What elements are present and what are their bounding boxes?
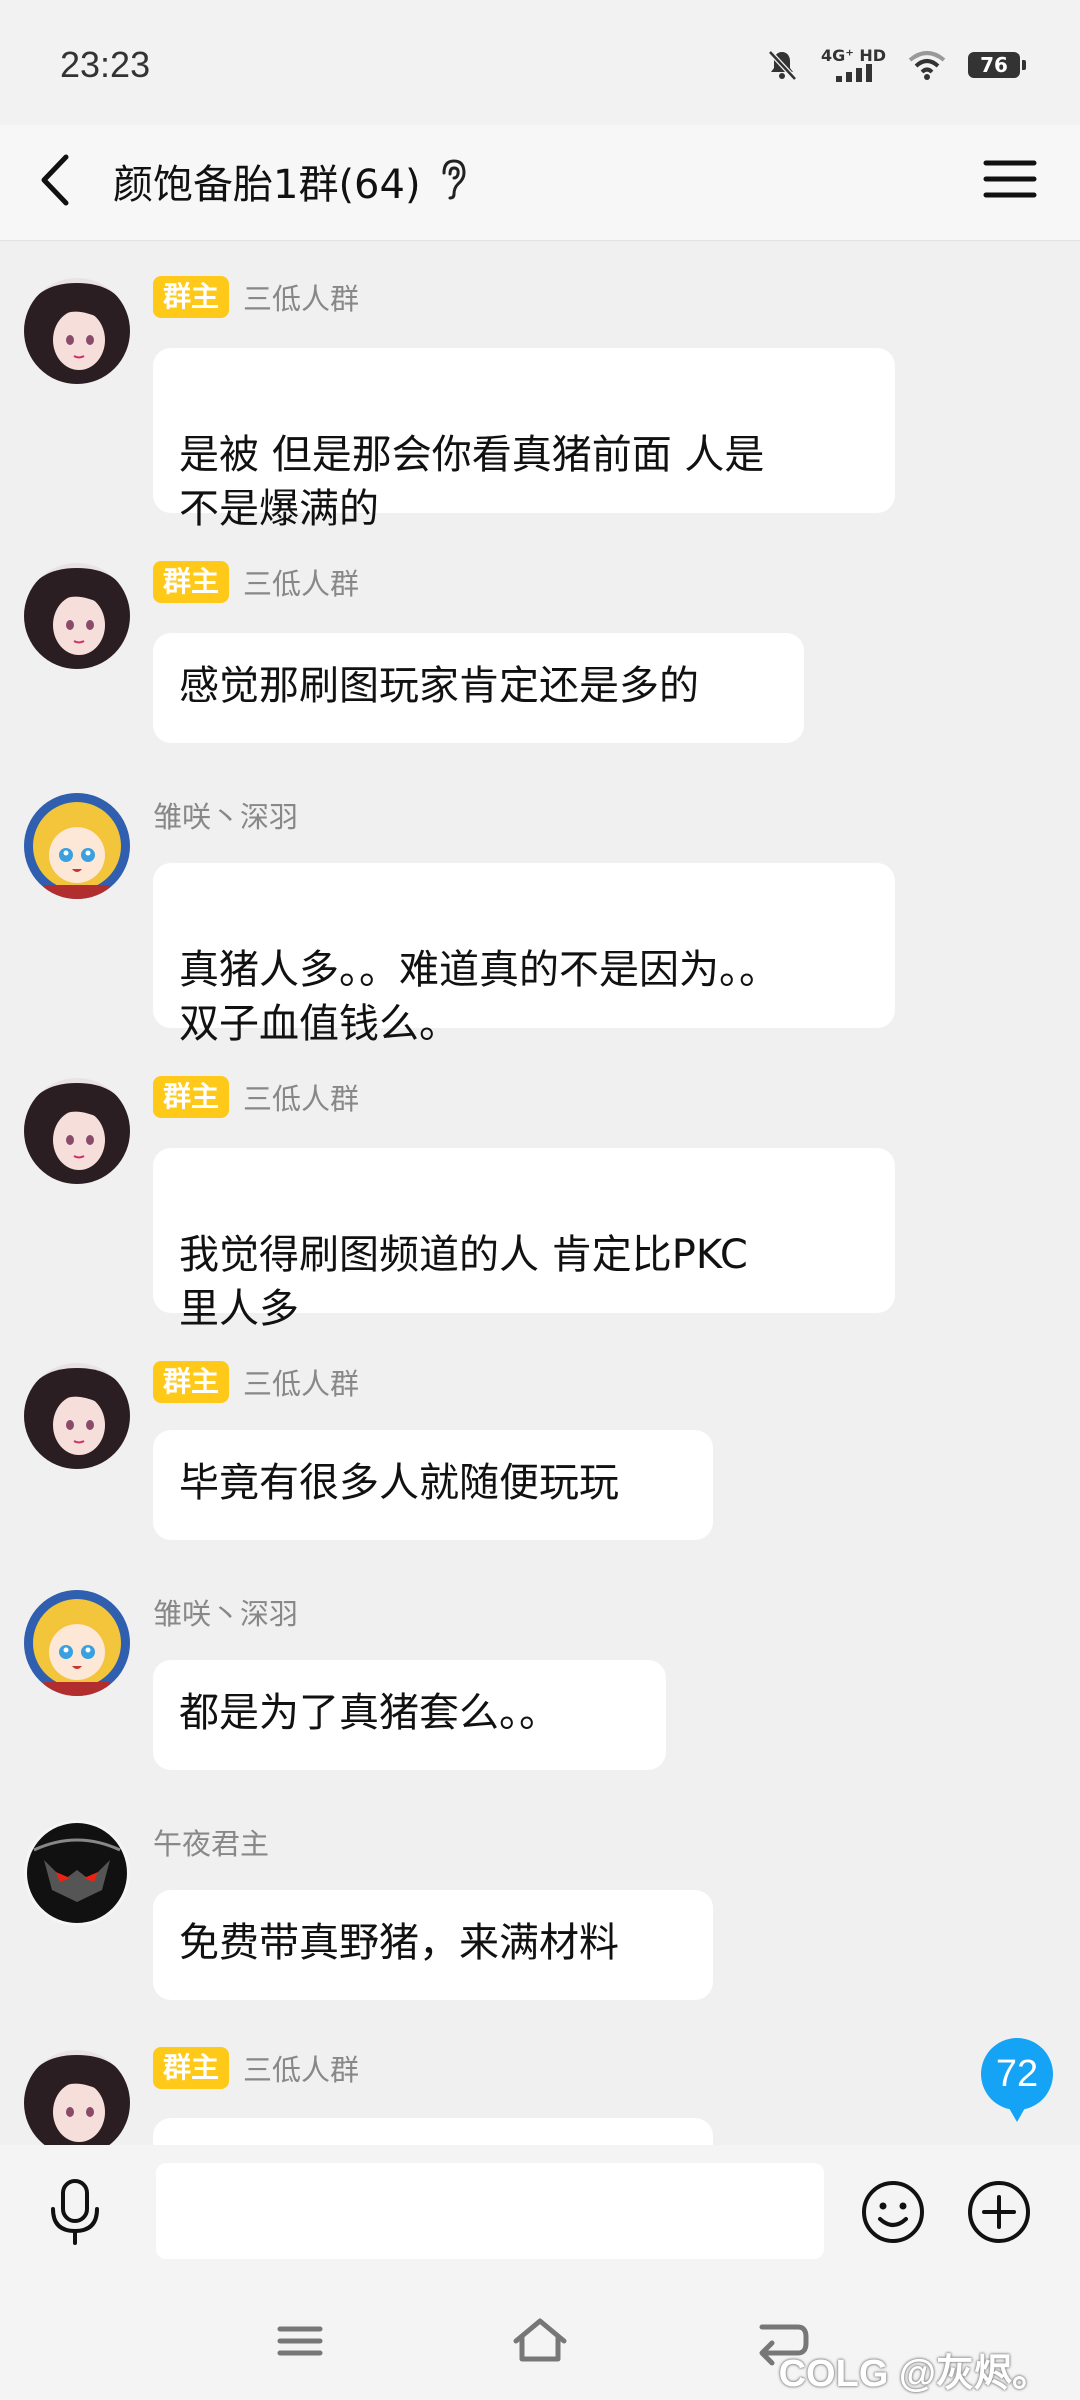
recent-apps-icon[interactable]	[270, 2313, 330, 2369]
message-meta: 午夜君主	[153, 1821, 269, 1863]
message-bubble[interactable]: 免费带真野猪，来满材料	[153, 1890, 713, 2000]
owner-badge: 群主	[153, 1076, 230, 1118]
owner-badge: 群主	[153, 561, 230, 603]
group-title[interactable]: 颜饱备胎1群(64)	[113, 152, 421, 210]
watermark: COLG @灰烬。	[778, 2353, 1050, 2395]
message-bubble[interactable]: 感觉那刷图玩家肯定还是多的	[153, 633, 804, 743]
message-meta: 雏咲丶深羽	[153, 1591, 298, 1633]
message-text: 毕竟有很多人就随便玩玩	[179, 1460, 619, 1506]
message-meta: 群主 三低人群	[153, 1076, 359, 1118]
anime-girl-avatar-icon	[24, 2050, 130, 2145]
chat-header: 颜饱备胎1群(64)	[0, 125, 1080, 241]
blonde-chibi-avatar-icon	[24, 1590, 130, 1696]
owner-badge: 群主	[153, 1361, 230, 1403]
chat-messages[interactable]: 群主 三低人群 是被 但是那会你看真猪前面 人是 不是爆满的 群主 三低人群 感…	[0, 240, 1080, 2145]
sender-name[interactable]: 三低人群	[243, 2047, 359, 2089]
avatar[interactable]	[24, 2050, 130, 2145]
avatar[interactable]	[24, 1078, 130, 1184]
wifi-icon	[908, 51, 946, 80]
message-text: 我觉得刷图频道的人 肯定比PKC 里人多	[179, 1232, 748, 1332]
message-bubble[interactable]: 是被 但是那会你看真猪前面 人是 不是爆满的	[153, 348, 895, 532]
status-bar: 23:23 4G⁺ HD 76	[0, 0, 1080, 125]
message-bubble[interactable]: 都是为了真猪套么。。	[153, 1660, 666, 1770]
back-arrow-icon[interactable]	[28, 145, 88, 215]
menu-icon[interactable]	[980, 149, 1040, 209]
message-meta: 群主 三低人群	[153, 1361, 359, 1403]
plus-icon[interactable]	[966, 2179, 1032, 2245]
message-text: 真猪人多。。难道真的不是因为。。 双子血值钱么。	[179, 947, 779, 1047]
sender-name[interactable]: 雏咲丶深羽	[153, 794, 298, 836]
battery-indicator: 76	[968, 52, 1026, 78]
anime-girl-avatar-icon	[24, 563, 130, 669]
dark-mask-avatar-icon	[24, 1820, 130, 1926]
input-bar	[0, 2145, 1080, 2275]
message-text: 感觉那刷图玩家肯定还是多的	[179, 663, 699, 709]
message-text: 是被 但是那会你看真猪前面 人是 不是爆满的	[179, 432, 765, 532]
message-bubble[interactable]: 毕竟有很多人就随便玩玩	[153, 1430, 713, 1540]
microphone-icon[interactable]	[44, 2177, 106, 2247]
message-bubble[interactable]: 真猪人多。。难道真的不是因为。。 双子血值钱么。	[153, 863, 895, 1047]
message-text: 都是为了真猪套么。。	[179, 1690, 559, 1736]
mute-bell-icon	[768, 50, 797, 81]
status-time: 23:23	[60, 44, 151, 85]
message-meta: 群主 三低人群	[153, 276, 359, 318]
home-icon[interactable]	[510, 2313, 570, 2369]
unread-count-badge[interactable]: 72	[981, 2038, 1053, 2122]
avatar[interactable]	[24, 793, 130, 899]
emoji-icon[interactable]	[860, 2179, 926, 2245]
message-meta: 群主 三低人群	[153, 2047, 359, 2089]
avatar[interactable]	[24, 563, 130, 669]
blonde-chibi-avatar-icon	[24, 793, 130, 899]
anime-girl-avatar-icon	[24, 278, 130, 384]
message-bubble[interactable]	[153, 2118, 713, 2145]
sender-name[interactable]: 三低人群	[243, 1076, 359, 1118]
sender-name[interactable]: 三低人群	[243, 561, 359, 603]
avatar[interactable]	[24, 1363, 130, 1469]
owner-badge: 群主	[153, 276, 230, 318]
ear-icon[interactable]	[438, 157, 468, 201]
status-icons: 4G⁺ HD 76	[765, 48, 1026, 82]
sender-name[interactable]: 三低人群	[243, 1361, 359, 1403]
sender-name[interactable]: 雏咲丶深羽	[153, 1591, 298, 1633]
message-meta: 雏咲丶深羽	[153, 794, 298, 836]
anime-girl-avatar-icon	[24, 1363, 130, 1469]
message-meta: 群主 三低人群	[153, 561, 359, 603]
avatar[interactable]	[24, 1590, 130, 1696]
signal-icon	[835, 64, 872, 82]
network-label: 4G⁺ HD	[821, 46, 886, 65]
message-text: 免费带真野猪，来满材料	[179, 1920, 619, 1966]
sender-name[interactable]: 午夜君主	[153, 1821, 269, 1863]
message-bubble[interactable]: 我觉得刷图频道的人 肯定比PKC 里人多	[153, 1148, 895, 1332]
signal-indicator: 4G⁺ HD	[821, 48, 886, 82]
message-input[interactable]	[156, 2163, 824, 2259]
sender-name[interactable]: 三低人群	[243, 276, 359, 318]
avatar[interactable]	[24, 1820, 130, 1926]
owner-badge: 群主	[153, 2047, 230, 2089]
avatar[interactable]	[24, 278, 130, 384]
anime-girl-avatar-icon	[24, 1078, 130, 1184]
